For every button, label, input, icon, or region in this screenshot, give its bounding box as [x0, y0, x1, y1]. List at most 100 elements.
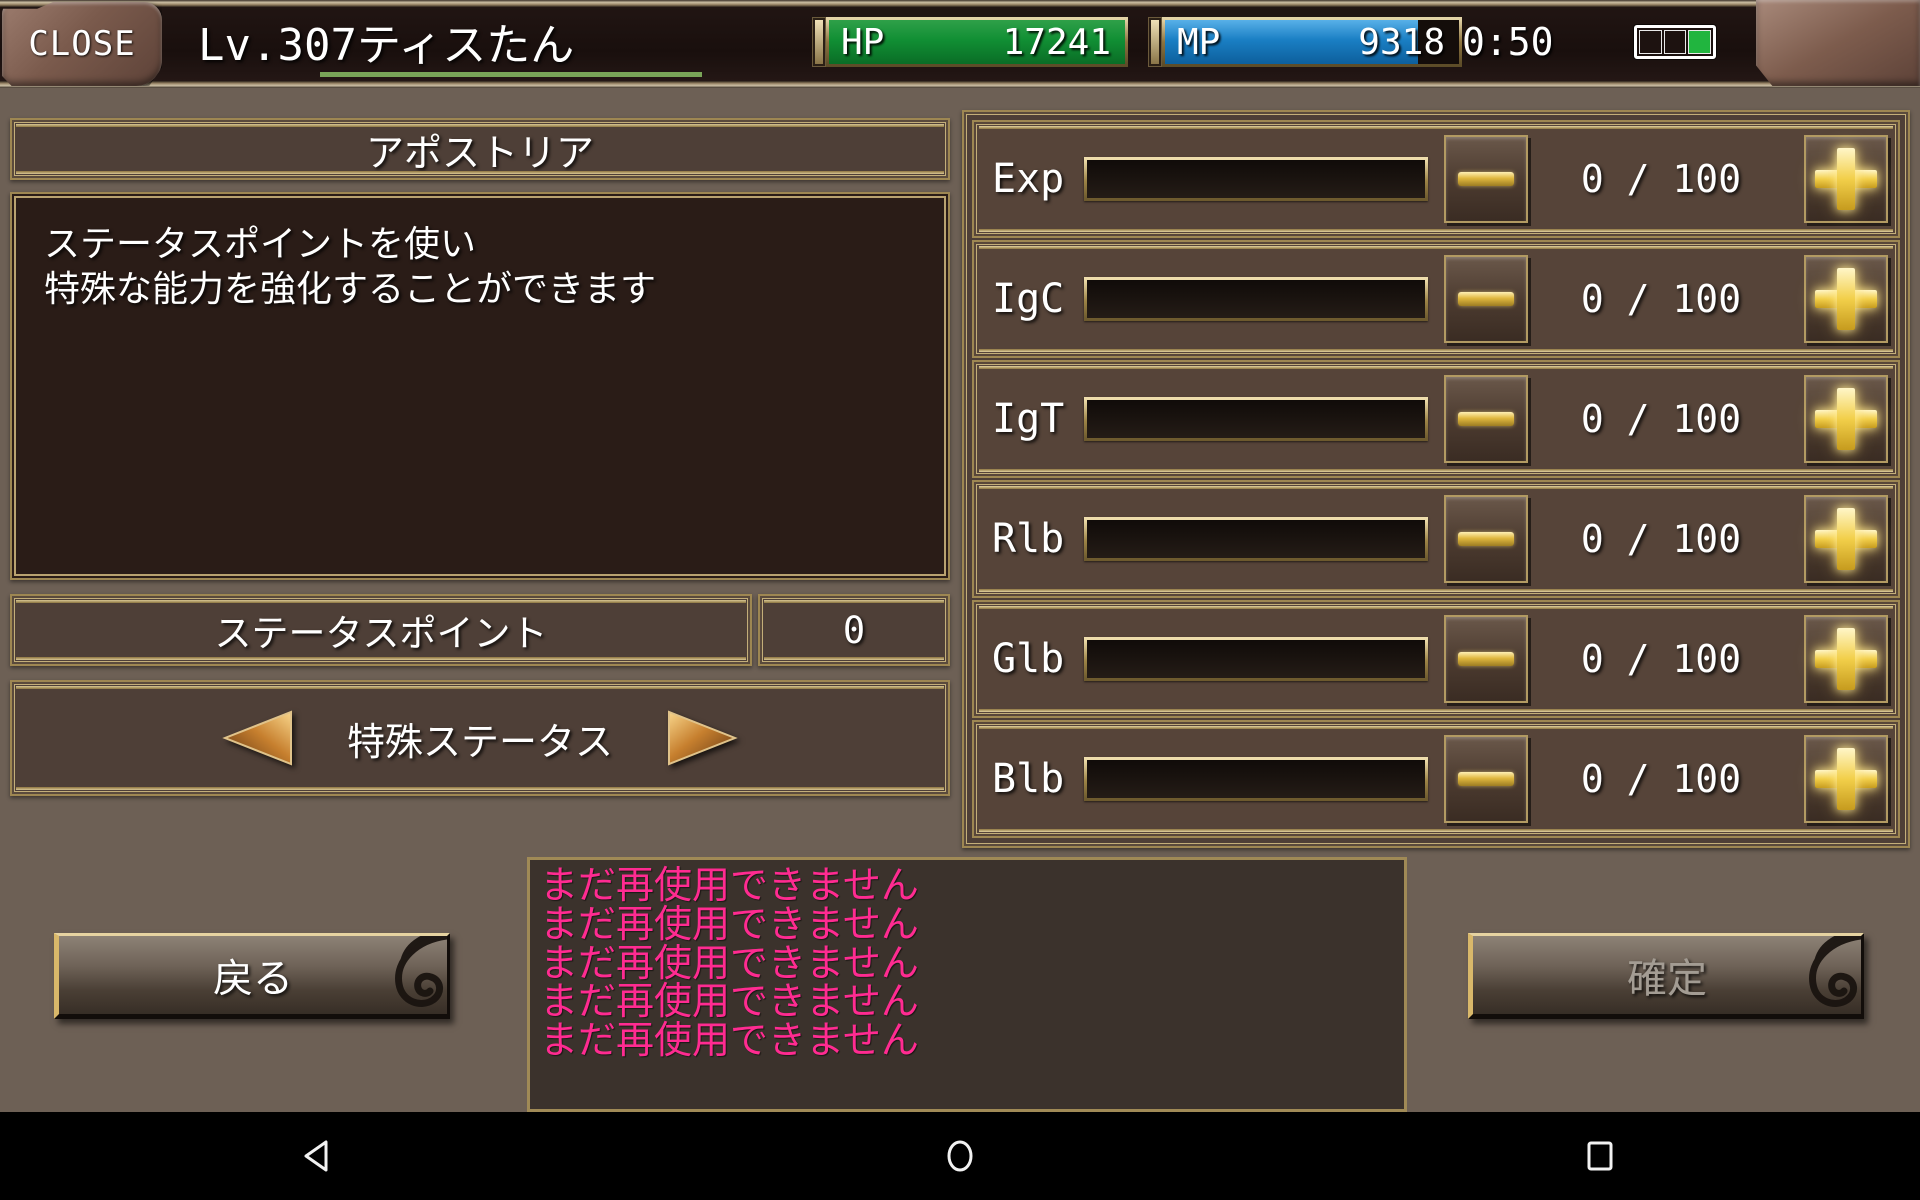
status-header: CLOSE Lv.307ティスたん HP 17241 MP 9318 0:50: [0, 0, 1920, 88]
status-point-value: 0: [842, 608, 866, 652]
description-line-1: ステータスポイントを使い: [44, 224, 477, 265]
stat-label: Rlb: [992, 516, 1065, 562]
minus-icon: [1458, 172, 1514, 186]
minus-icon: [1458, 412, 1514, 426]
skill-title: アポストリア: [365, 130, 594, 175]
arrow-right-icon[interactable]: [665, 709, 739, 767]
back-button[interactable]: 戻る: [54, 933, 450, 1019]
mp-gauge: MP 9318: [1148, 17, 1462, 67]
mp-gauge-text: MP 9318: [1165, 20, 1459, 64]
stat-decrease-button[interactable]: [1444, 375, 1528, 463]
close-button-label: CLOSE: [28, 24, 136, 64]
stat-increase-button[interactable]: [1804, 135, 1888, 223]
status-point-label-box: ステータスポイント: [10, 594, 752, 666]
hp-gauge-text: HP 17241: [829, 20, 1125, 64]
hp-gauge-frame: HP 17241: [826, 17, 1128, 67]
exp-underline-bar: [320, 72, 702, 77]
stat-gauge: [1084, 637, 1428, 681]
header-corner-ornament: [1756, 0, 1920, 86]
description-panel: ステータスポイントを使い 特殊な能力を強化することができます: [10, 192, 950, 580]
skill-title-panel: アポストリア: [10, 118, 950, 180]
confirm-button-label: 確定: [1627, 956, 1707, 1002]
description-line-2: 特殊な能力を強化することができます: [44, 269, 657, 311]
close-button[interactable]: CLOSE: [2, 2, 162, 86]
confirm-button[interactable]: 確定: [1468, 933, 1864, 1019]
hp-value: 17241: [1002, 21, 1111, 63]
log-line: まだ再使用できません: [540, 979, 919, 1024]
special-status-label: 特殊ステータス: [346, 719, 613, 764]
minus-icon: [1458, 292, 1514, 306]
back-button-label: 戻る: [213, 956, 293, 1002]
stat-label: Exp: [992, 156, 1065, 202]
plus-icon: [1815, 628, 1877, 690]
stat-value: 0 / 100: [1580, 397, 1742, 441]
status-point-row: ステータスポイント 0: [10, 594, 950, 666]
mp-label: MP: [1177, 21, 1221, 63]
log-line: まだ再使用できません: [540, 1018, 919, 1062]
stat-value: 0 / 100: [1580, 157, 1742, 201]
battery-segment-3: [1688, 30, 1712, 54]
stat-row: Glb 0 / 100: [972, 600, 1900, 718]
stat-label: IgT: [992, 396, 1065, 442]
status-point-value-box: 0: [758, 594, 950, 666]
android-navigation-bar: [0, 1112, 1920, 1200]
player-name-label: Lv.307ティスたん: [198, 20, 575, 71]
stat-gauge: [1084, 397, 1428, 441]
stat-label: Blb: [992, 756, 1065, 802]
stat-increase-button[interactable]: [1804, 255, 1888, 343]
hp-gauge-pips: [812, 17, 826, 67]
plus-icon: [1815, 748, 1877, 810]
hp-gauge: HP 17241: [812, 17, 1128, 67]
plus-icon: [1815, 388, 1877, 450]
header-bottom-rule: [0, 81, 1920, 88]
stat-value: 0 / 100: [1580, 637, 1742, 681]
square-recents-icon[interactable]: [1540, 1126, 1660, 1186]
stat-decrease-button[interactable]: [1444, 495, 1528, 583]
swirl-ornament-icon: [395, 936, 447, 1007]
stat-gauge: [1084, 277, 1428, 321]
plus-icon: [1815, 148, 1877, 210]
battery-segment-1: [1639, 30, 1662, 54]
minus-icon: [1458, 772, 1514, 786]
header-top-rule: [0, 0, 1920, 7]
log-line: まだ再使用できません: [540, 901, 919, 946]
game-viewport: CLOSE Lv.307ティスたん HP 17241 MP 9318 0:50 …: [0, 0, 1920, 1112]
battery-segment-2: [1663, 30, 1687, 54]
stat-gauge: [1084, 157, 1428, 201]
stat-decrease-button[interactable]: [1444, 615, 1528, 703]
stat-row: Exp 0 / 100: [972, 120, 1900, 238]
stat-gauge: [1084, 757, 1428, 801]
stat-decrease-button[interactable]: [1444, 135, 1528, 223]
triangle-back-icon[interactable]: [260, 1126, 380, 1186]
stat-row: Blb 0 / 100: [972, 720, 1900, 838]
stat-row: Rlb 0 / 100: [972, 480, 1900, 598]
stat-value: 0 / 100: [1580, 517, 1742, 561]
mp-value: 9318: [1358, 21, 1445, 63]
stat-increase-button[interactable]: [1804, 375, 1888, 463]
stat-value: 0 / 100: [1580, 277, 1742, 321]
circle-home-icon[interactable]: [900, 1126, 1020, 1186]
stat-increase-button[interactable]: [1804, 615, 1888, 703]
stat-label: Glb: [992, 636, 1065, 682]
battery-icon: [1634, 25, 1716, 59]
mp-gauge-pips: [1148, 17, 1162, 67]
stat-list-panel: Exp 0 / 100 IgC 0 / 100 IgT 0 / 100 Rlb 0 / 100…: [962, 110, 1910, 848]
clock-label: 0:50: [1462, 20, 1554, 64]
stat-decrease-button[interactable]: [1444, 255, 1528, 343]
mp-gauge-frame: MP 9318: [1162, 17, 1462, 67]
stat-value: 0 / 100: [1580, 757, 1742, 801]
arrow-left-icon[interactable]: [221, 709, 295, 767]
stat-increase-button[interactable]: [1804, 495, 1888, 583]
left-panel: アポストリア ステータスポイントを使い 特殊な能力を強化することができます ステ…: [10, 118, 950, 796]
stat-gauge: [1084, 517, 1428, 561]
minus-icon: [1458, 532, 1514, 546]
stat-increase-button[interactable]: [1804, 735, 1888, 823]
message-log: まだ再使用できません まだ再使用できません まだ再使用できません まだ再使用できません…: [527, 857, 1407, 1112]
log-line: まだ再使用できません: [540, 863, 919, 907]
hp-label: HP: [841, 21, 885, 63]
stat-decrease-button[interactable]: [1444, 735, 1528, 823]
plus-icon: [1815, 268, 1877, 330]
stat-row: IgT 0 / 100: [972, 360, 1900, 478]
status-point-label: ステータスポイント: [214, 612, 548, 655]
stat-label: IgC: [992, 276, 1065, 322]
